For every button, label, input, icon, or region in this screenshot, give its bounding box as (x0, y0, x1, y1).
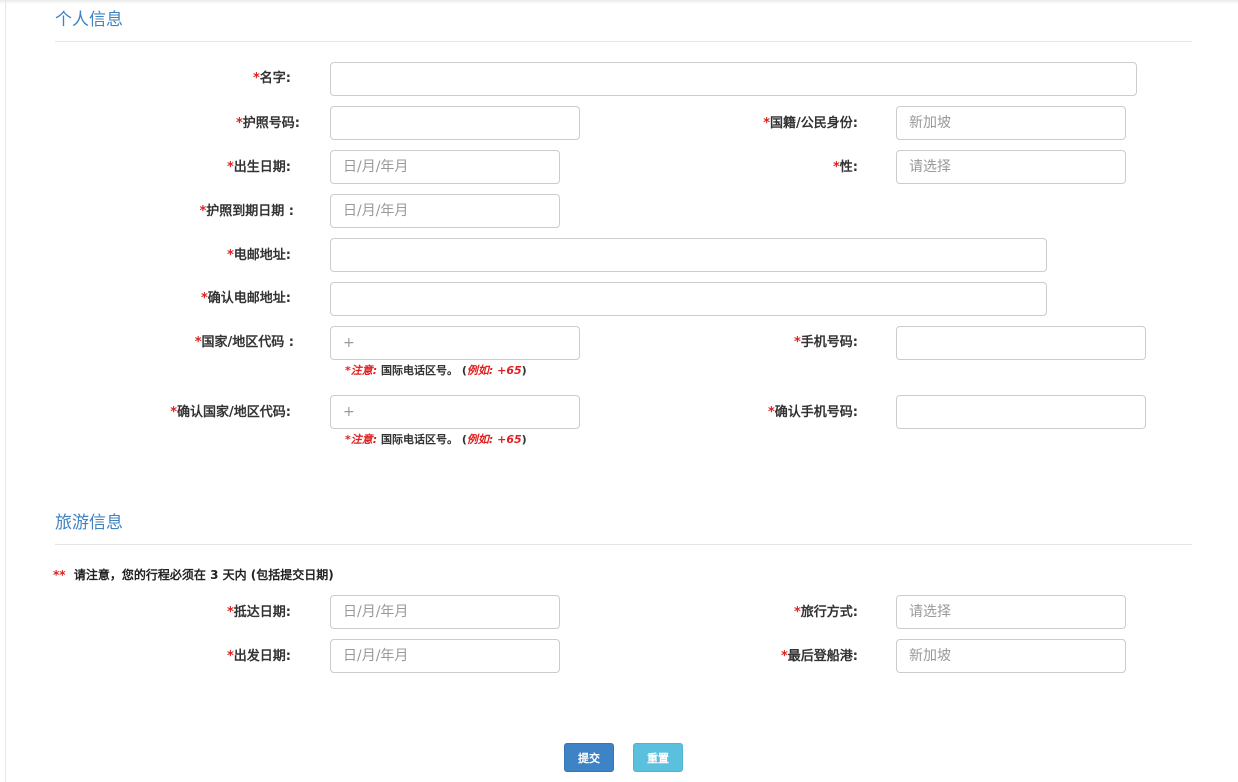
passport-expiry-input[interactable] (330, 194, 560, 228)
mobile-input[interactable] (896, 326, 1146, 360)
top-shadow (0, 0, 1238, 4)
section-title-personal: 个人信息 (55, 10, 123, 30)
left-border (5, 0, 6, 782)
country-code-label: *国家/地区代码 : (194, 335, 294, 350)
confirm-country-code-input[interactable] (330, 395, 580, 429)
submit-button[interactable]: 提交 (564, 743, 614, 772)
confirm-mobile-input[interactable] (896, 395, 1146, 429)
section-divider-personal (55, 41, 1192, 42)
confirm-mobile-label: *确认手机号码: (767, 405, 858, 420)
itinerary-notice: ** 请注意，您的行程必须在 3 天内 (包括提交日期) (53, 568, 334, 582)
confirm-country-code-label: *确认国家/地区代码: (170, 405, 291, 420)
confirm-email-input[interactable] (330, 282, 1047, 316)
name-input[interactable] (330, 62, 1137, 96)
confirm-email-label: *确认电邮地址: (200, 291, 291, 306)
country-code-hint: *注意: 国际电话区号。 (例如: +65) (345, 364, 527, 377)
required-mark: * (252, 71, 260, 86)
nationality-input[interactable] (896, 106, 1126, 140)
date-of-birth-label: *出生日期: (226, 160, 291, 175)
departure-date-label: *出发日期: (226, 649, 291, 664)
confirm-country-code-hint: *注意: 国际电话区号。 (例如: +65) (345, 433, 527, 446)
departure-date-input[interactable] (330, 639, 560, 673)
last-port-input[interactable] (896, 639, 1126, 673)
email-input[interactable] (330, 238, 1047, 272)
arrival-date-label: *抵达日期: (226, 605, 291, 620)
gender-label: *性: (832, 160, 858, 175)
date-of-birth-input[interactable] (330, 150, 560, 184)
reset-button[interactable]: 重置 (633, 743, 683, 772)
gender-select[interactable] (896, 150, 1126, 184)
country-code-input[interactable] (330, 326, 580, 360)
last-port-label: *最后登船港: (780, 649, 858, 664)
section-divider-travel (55, 544, 1192, 545)
travel-mode-select[interactable] (896, 595, 1126, 629)
section-title-travel: 旅游信息 (55, 513, 123, 533)
travel-mode-label: *旅行方式: (793, 605, 858, 620)
passport-expiry-label: *护照到期日期 : (199, 204, 294, 219)
passport-number-label: *护照号码: (235, 116, 300, 131)
nationality-label: *国籍/公民身份: (763, 116, 858, 131)
email-label: *电邮地址: (226, 248, 291, 263)
mobile-label: *手机号码: (793, 335, 858, 350)
name-label: *名字: (252, 71, 291, 86)
arrival-date-input[interactable] (330, 595, 560, 629)
passport-number-input[interactable] (330, 106, 580, 140)
